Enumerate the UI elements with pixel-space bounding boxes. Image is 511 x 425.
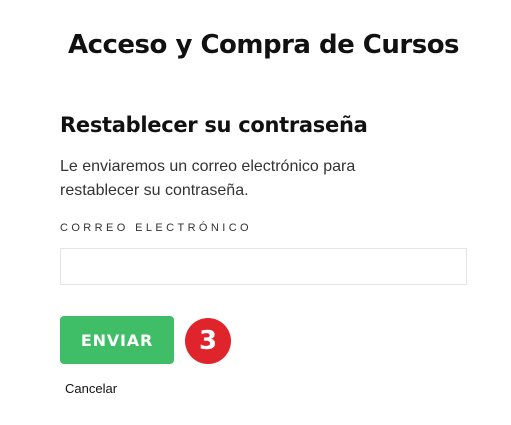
cancel-link[interactable]: Cancelar [65, 381, 117, 396]
reset-password-description: Le enviaremos un correo electrónico para… [60, 158, 356, 199]
page-title: Acceso y Compra de Cursos [67, 30, 460, 60]
email-field-label: CORREO ELECTRÓNICO [60, 222, 252, 234]
send-button[interactable]: ENVIAR [60, 316, 174, 364]
reset-password-heading: Restablecer su contraseña [60, 113, 368, 137]
email-field[interactable] [60, 248, 467, 285]
step-number-badge: 3 [185, 318, 231, 364]
